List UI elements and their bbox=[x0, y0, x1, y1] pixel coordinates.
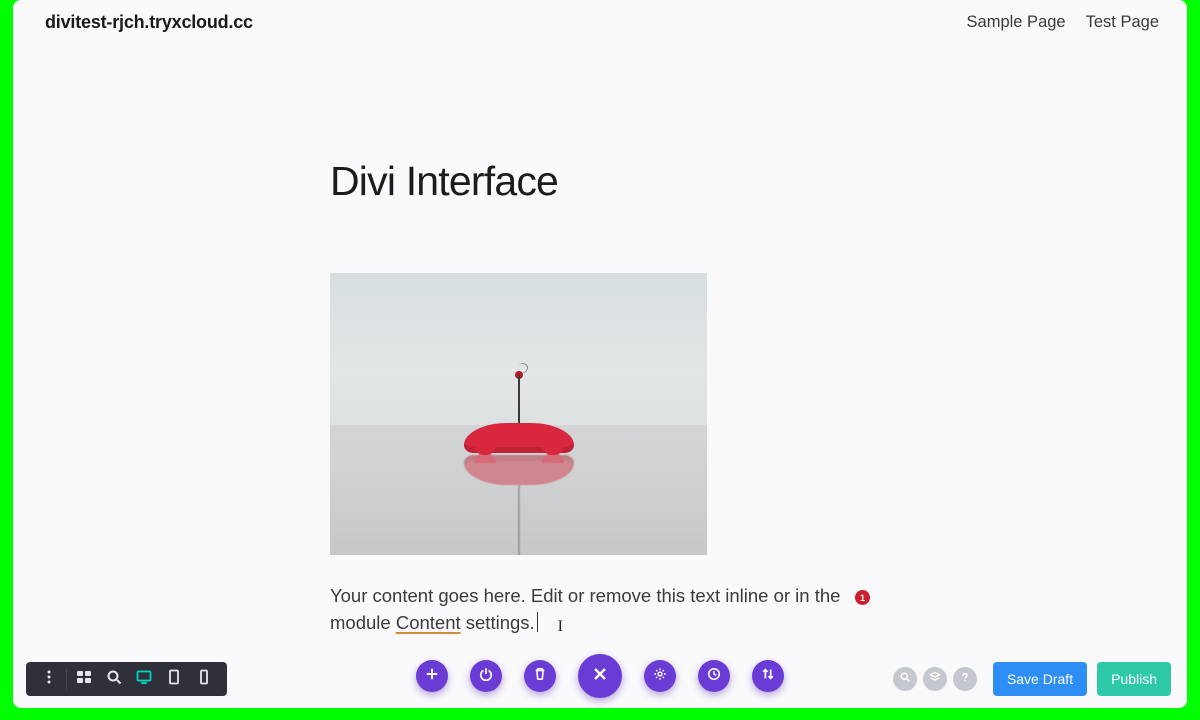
nav-test-page[interactable]: Test Page bbox=[1086, 13, 1159, 32]
gear-icon bbox=[653, 667, 667, 686]
phone-view-button[interactable] bbox=[189, 664, 219, 694]
notification-badge[interactable]: 1 bbox=[855, 590, 870, 605]
text-module[interactable]: Your content goes here. Edit or remove t… bbox=[330, 583, 850, 638]
desktop-icon bbox=[136, 669, 152, 690]
history-button[interactable] bbox=[698, 660, 730, 692]
tablet-view-button[interactable] bbox=[159, 664, 189, 694]
top-bar: divitest-rjch.tryxcloud.cc Sample Page T… bbox=[13, 0, 1187, 44]
right-icon-group bbox=[893, 667, 977, 691]
more-options-button[interactable] bbox=[34, 664, 64, 694]
page-content: Divi Interface Your content goes here. E… bbox=[330, 158, 890, 638]
site-title[interactable]: divitest-rjch.tryxcloud.cc bbox=[45, 12, 253, 33]
sort-icon bbox=[761, 667, 775, 686]
power-button[interactable] bbox=[470, 660, 502, 692]
view-toolbar bbox=[26, 662, 227, 696]
page-settings-button[interactable] bbox=[644, 660, 676, 692]
umbrella-reflection bbox=[459, 455, 579, 485]
close-builder-button[interactable] bbox=[578, 654, 622, 698]
desktop-view-button[interactable] bbox=[129, 664, 159, 694]
spellcheck-word[interactable]: Content bbox=[396, 612, 461, 633]
plus-icon bbox=[425, 667, 439, 686]
primary-nav: Sample Page Test Page bbox=[967, 13, 1159, 32]
layers-icon bbox=[929, 670, 941, 688]
add-module-button[interactable] bbox=[416, 660, 448, 692]
find-button[interactable] bbox=[893, 667, 917, 691]
dots-vertical-icon bbox=[41, 669, 57, 690]
grid-icon bbox=[76, 669, 92, 690]
trash-button[interactable] bbox=[524, 660, 556, 692]
sort-button[interactable] bbox=[752, 660, 784, 692]
save-draft-button[interactable]: Save Draft bbox=[993, 662, 1087, 696]
builder-toolbar bbox=[416, 654, 784, 698]
power-icon bbox=[479, 667, 493, 686]
builder-frame: divitest-rjch.tryxcloud.cc Sample Page T… bbox=[13, 0, 1187, 708]
image-module[interactable] bbox=[330, 273, 707, 555]
page-title[interactable]: Divi Interface bbox=[330, 158, 890, 205]
cursor-ibeam-icon: I bbox=[558, 615, 563, 638]
search-icon bbox=[106, 669, 122, 690]
text-post: settings. bbox=[461, 612, 535, 633]
layers-button[interactable] bbox=[923, 667, 947, 691]
close-icon bbox=[592, 666, 608, 687]
phone-icon bbox=[196, 669, 212, 690]
tablet-icon bbox=[166, 669, 182, 690]
text-caret bbox=[537, 612, 538, 632]
nav-sample-page[interactable]: Sample Page bbox=[967, 13, 1066, 32]
publish-button[interactable]: Publish bbox=[1097, 662, 1171, 696]
clock-icon bbox=[707, 667, 721, 686]
trash-icon bbox=[533, 667, 547, 686]
help-icon bbox=[959, 670, 971, 688]
umbrella-graphic bbox=[459, 423, 579, 453]
zoom-view-button[interactable] bbox=[99, 664, 129, 694]
search-icon bbox=[899, 670, 911, 688]
wireframe-view-button[interactable] bbox=[69, 664, 99, 694]
save-toolbar: Save Draft Publish bbox=[893, 662, 1171, 696]
help-button[interactable] bbox=[953, 667, 977, 691]
